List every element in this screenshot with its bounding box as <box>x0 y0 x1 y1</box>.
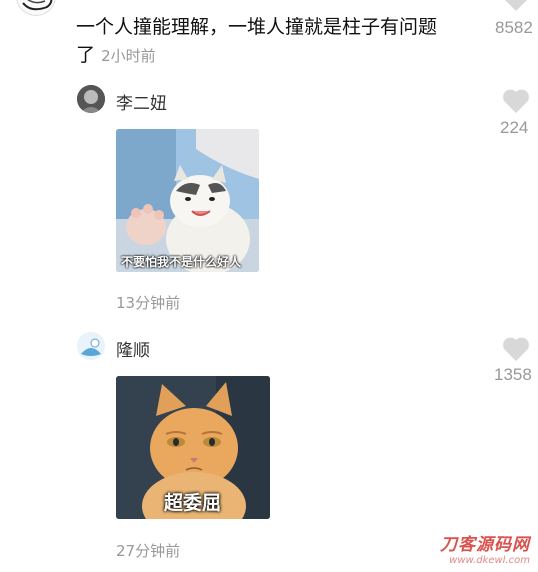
sticker-image[interactable]: 不要怕我不是什么好人 <box>116 129 259 272</box>
like-count: 8582 <box>495 18 533 37</box>
comment-time: 2小时前 <box>101 47 156 65</box>
like-count: 1358 <box>494 365 532 384</box>
cat-sticker-icon <box>116 129 259 272</box>
comment-text-line2: 了 <box>76 44 96 66</box>
avatar-cartoon-icon <box>77 332 105 360</box>
watermark-url: www.dkewl.com <box>449 555 530 566</box>
avatar-photo-icon <box>77 85 105 113</box>
avatar[interactable] <box>16 0 56 16</box>
site-watermark: 刀客源码网 www.dkewl.com <box>440 530 530 566</box>
avatar[interactable] <box>77 332 105 360</box>
comment-text-line1: 一个人撞能理解，一堆人撞就是柱子有问题 <box>76 16 438 38</box>
watermark-name: 刀客源码网 <box>440 535 530 555</box>
avatar[interactable] <box>77 85 105 113</box>
sticker-image[interactable]: 超委屈 <box>116 376 270 519</box>
reply-username[interactable]: 隆顺 <box>116 336 150 361</box>
like-count: 224 <box>500 118 529 137</box>
reply-username[interactable]: 李二妞 <box>116 89 167 114</box>
comment-text: 一个人撞能理解，一堆人撞就是柱子有问题 了 2小时前 <box>76 13 486 70</box>
like-heart-icon[interactable] <box>502 88 530 118</box>
sticker-caption: 超委屈 <box>164 492 222 514</box>
avatar-sketch-icon <box>18 0 55 15</box>
like-heart-icon[interactable] <box>502 336 530 366</box>
like-heart-icon[interactable] <box>502 0 530 16</box>
sticker-caption: 不要怕我不是什么好人 <box>121 255 242 269</box>
reply-time: 13分钟前 <box>116 294 181 312</box>
reply-time: 27分钟前 <box>116 542 181 560</box>
